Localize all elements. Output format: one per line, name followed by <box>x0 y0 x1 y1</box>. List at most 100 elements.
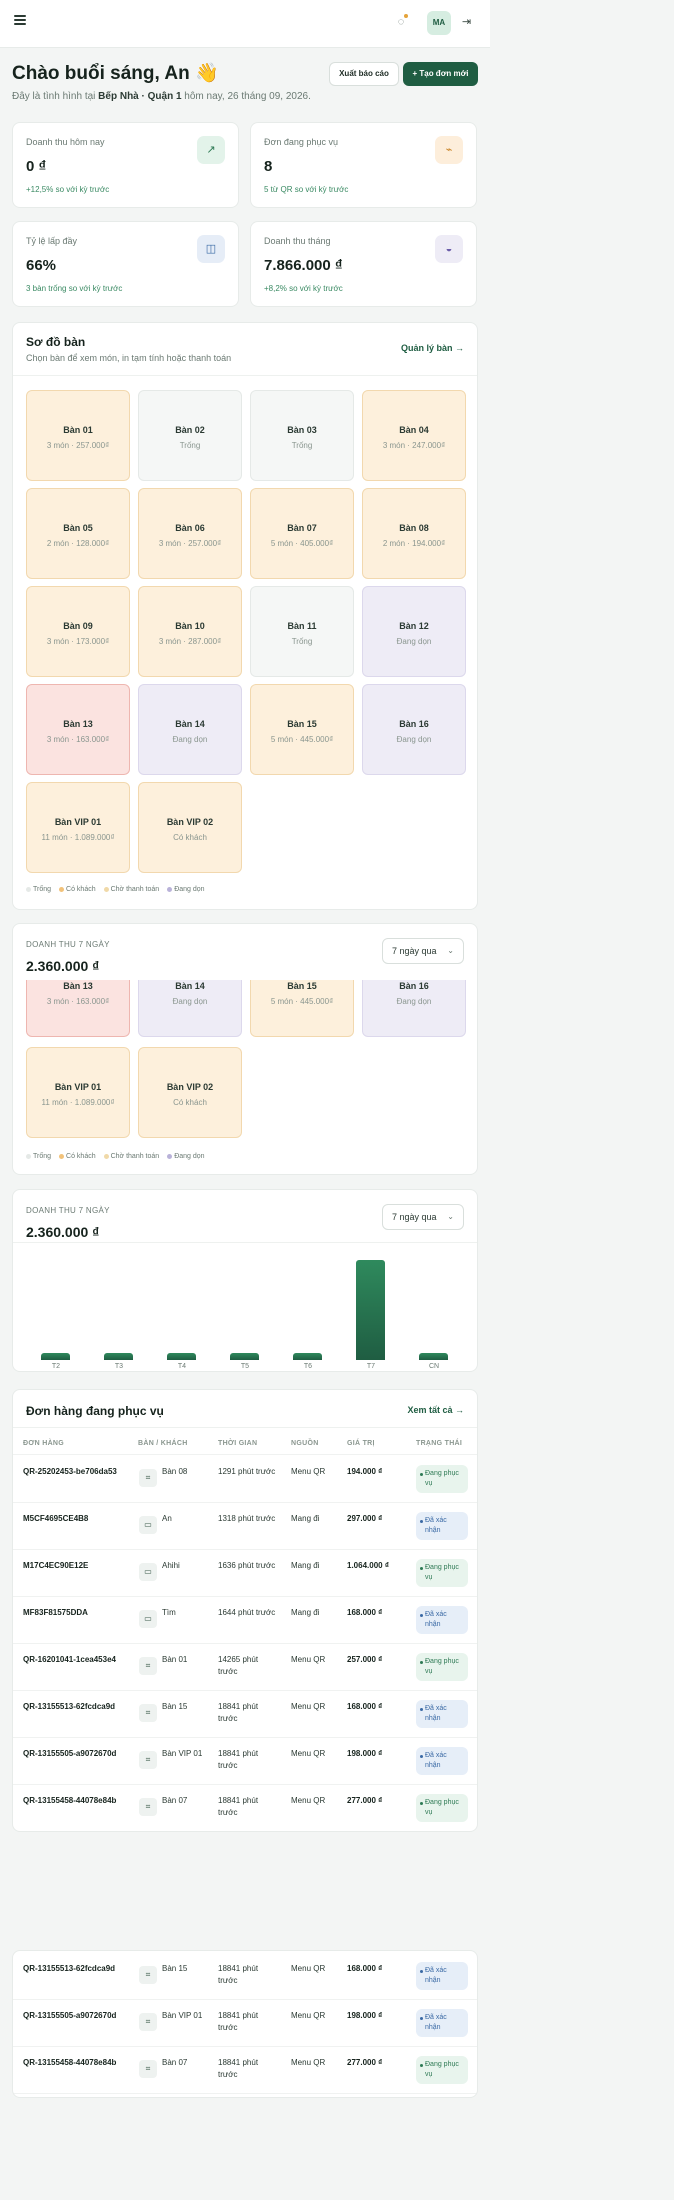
table-tile[interactable]: Bàn 04 3 món · 247.000₫ <box>362 390 466 481</box>
table-tile[interactable]: Bàn VIP 02 Có khách <box>138 1047 242 1138</box>
table-name: Bàn 04 <box>399 425 429 435</box>
x-tick-label: T3 <box>114 1363 124 1370</box>
stat-value: 7.866.000 ₫ <box>264 257 343 274</box>
chart-bar <box>230 1352 259 1360</box>
order-value: 277.000 ₫ <box>347 1796 383 1805</box>
order-value: 297.000 ₫ <box>347 1514 383 1523</box>
legend-item: Trống <box>26 886 51 893</box>
status-dot <box>420 1473 423 1476</box>
table-info: 5 món · 405.000₫ <box>270 539 334 548</box>
order-code: QR-13155505-a9072670d <box>23 2011 117 2020</box>
table-tile[interactable]: Bàn VIP 02 Có khách <box>138 782 242 873</box>
legend-dot <box>26 1153 31 1159</box>
manage-tables-link[interactable]: Quản lý bàn → <box>401 343 464 353</box>
orders-panel-overlap: QR-13155513-62fcdca9d ⌗ Bàn 15 18841 phút t… <box>12 1950 478 2098</box>
table-tile[interactable]: Bàn 11 Trống <box>250 586 354 677</box>
table-tile[interactable]: Bàn VIP 01 11 món · 1.089.000₫ <box>26 1047 130 1138</box>
order-code: MF83F81575DDA <box>23 1608 88 1617</box>
divider <box>13 1242 477 1243</box>
top-bar: ◌ MA ⇥ <box>0 0 490 48</box>
table-icon: ⌗ <box>139 1798 157 1816</box>
table-row[interactable]: M17C4EC90E12E ▭ Ahihi 1636 phút trước Mang đ… <box>13 1550 477 1597</box>
table-tile[interactable]: Bàn 16 Đang dọn <box>362 684 466 775</box>
table-tile[interactable]: Bàn 08 2 món · 194.000₫ <box>362 488 466 579</box>
table-row[interactable]: QR-16201041-1cea453e4 ⌗ Bàn 01 14265 phút t… <box>13 1644 477 1691</box>
table-name: Bàn 01 <box>63 425 93 435</box>
new-order-button[interactable]: + Tạo đơn mới <box>403 62 478 86</box>
table-row[interactable]: M5CF4695CE4B8 ▭ An 1318 phút trước Mang đi 29… <box>13 1503 477 1550</box>
table-tile[interactable]: Bàn 02 Trống <box>138 390 242 481</box>
divider <box>13 375 477 376</box>
table-tile[interactable]: Bàn 13 3 món · 163.000₫ <box>26 684 130 775</box>
status-badge: Đang phục vụ <box>416 2056 468 2084</box>
table-info: 11 món · 1.089.000₫ <box>41 833 115 842</box>
range-select[interactable]: 7 ngày qua ⌄ <box>382 1204 464 1230</box>
table-tile[interactable]: Bàn 03 Trống <box>250 390 354 481</box>
table-info: 3 món · 163.000₫ <box>46 997 110 1006</box>
legend-label: Đang dọn <box>174 886 205 893</box>
table-tile[interactable]: Bàn 13 3 món · 163.000₫ <box>26 980 130 1037</box>
bag-icon: ▭ <box>139 1563 157 1581</box>
legend-dot <box>103 1153 109 1159</box>
chart-bar <box>104 1352 133 1360</box>
legend-dot <box>59 1153 65 1159</box>
order-table: Tìm <box>162 1608 176 1617</box>
table-tile[interactable]: Bàn 15 5 món · 445.000₫ <box>250 980 354 1037</box>
table-row[interactable]: QR-13155513-62fcdca9d ⌗ Bàn 15 18841 phút t… <box>13 1953 477 2000</box>
table-tile[interactable]: Bàn VIP 01 11 món · 1.089.000₫ <box>26 782 130 873</box>
order-time: 1318 phút trước <box>218 1514 276 1523</box>
order-value: 194.000 ₫ <box>347 1467 383 1476</box>
table-tile[interactable]: Bàn 10 3 món · 287.000₫ <box>138 586 242 677</box>
table-tile[interactable]: Bàn 01 3 món · 257.000₫ <box>26 390 130 481</box>
floor-plan-subtitle: Chọn bàn để xem món, in tạm tính hoặc th… <box>26 353 232 363</box>
status-badge: Đang phục vụ <box>416 1794 468 1822</box>
table-row[interactable]: QR-25202453-be706da53 ⌗ Bàn 08 1291 phút tr… <box>13 1456 477 1503</box>
chart-bar <box>356 1259 385 1360</box>
table-tile[interactable]: Bàn 12 Đang dọn <box>362 586 466 677</box>
table-row[interactable]: MF83F81575DDA ▭ Tìm 1644 phút trước Mang đi 1… <box>13 1597 477 1644</box>
stat-delta: +8,2% so với kỳ trước <box>264 284 343 293</box>
view-all-orders-link[interactable]: Xem tất cả → <box>407 1405 464 1415</box>
table-tile[interactable]: Bàn 07 5 món · 405.000₫ <box>250 488 354 579</box>
chart-bar <box>419 1352 448 1360</box>
revenue-panel-overlap: DOANH THU 7 NGÀY 2.360.000 ₫ 7 ngày qua ⌄… <box>12 923 478 1175</box>
table-name: Bàn 09 <box>63 621 93 631</box>
chart-bar <box>41 1352 70 1360</box>
table-tile[interactable]: Bàn 15 5 món · 445.000₫ <box>250 684 354 775</box>
table-tile[interactable]: Bàn 06 3 món · 257.000₫ <box>138 488 242 579</box>
table-info: 2 món · 194.000₫ <box>382 539 446 548</box>
row-divider <box>13 1454 477 1455</box>
hamburger-icon[interactable] <box>14 15 26 25</box>
range-select[interactable]: 7 ngày qua ⌄ <box>382 938 464 964</box>
table-tile[interactable]: Bàn 14 Đang dọn <box>138 684 242 775</box>
table-row[interactable]: QR-13155505-a9072670d ⌗ Bàn VIP 01 18841 ph… <box>13 2000 477 2047</box>
table-row[interactable]: QR-13155458-44078e84b ⌗ Bàn 07 18841 phút t… <box>13 1785 477 1831</box>
order-time: 1644 phút trước <box>218 1608 276 1617</box>
bell-icon[interactable]: ◌ <box>394 14 408 30</box>
status-dot <box>420 2017 423 2020</box>
order-source: Menu QR <box>291 1467 326 1476</box>
table-tile[interactable]: Bàn 05 2 món · 128.000₫ <box>26 488 130 579</box>
legend-label: Trống <box>33 1153 52 1160</box>
table-tile[interactable]: Bàn 16 Đang dọn <box>362 980 466 1037</box>
order-source: Menu QR <box>291 1796 326 1805</box>
table-row[interactable]: QR-13155505-a9072670d ⌗ Bàn VIP 01 18841 ph… <box>13 1738 477 1785</box>
order-code: QR-13155458-44078e84b <box>23 2058 117 2067</box>
legend-item: Đang dọn <box>167 1153 205 1160</box>
table-tile[interactable]: Bàn 14 Đang dọn <box>138 980 242 1037</box>
status-badge: Đã xác nhận <box>416 1512 468 1540</box>
x-tick-label: T2 <box>51 1363 61 1370</box>
table-row[interactable]: QR-13155458-44078e84b ⌗ Bàn 07 18841 phút t… <box>13 2047 477 2094</box>
avatar[interactable]: MA <box>427 11 451 35</box>
order-time: 18841 phút trước <box>218 1749 259 1770</box>
revenue-value: 2.360.000 ₫ <box>26 958 100 974</box>
order-code: M17C4EC90E12E <box>23 1561 89 1570</box>
table-tile[interactable]: Bàn 09 3 món · 173.000₫ <box>26 586 130 677</box>
order-source: Menu QR <box>291 1702 326 1711</box>
logout-icon[interactable]: ⇥ <box>462 15 471 28</box>
table-name: Bàn 07 <box>287 523 317 533</box>
table-row[interactable]: QR-13155513-62fcdca9d ⌗ Bàn 15 18841 phút t… <box>13 1691 477 1738</box>
export-report-button[interactable]: Xuất báo cáo <box>329 62 399 86</box>
order-table: Ahihi <box>162 1561 180 1570</box>
table-icon: ⌗ <box>139 1657 157 1675</box>
